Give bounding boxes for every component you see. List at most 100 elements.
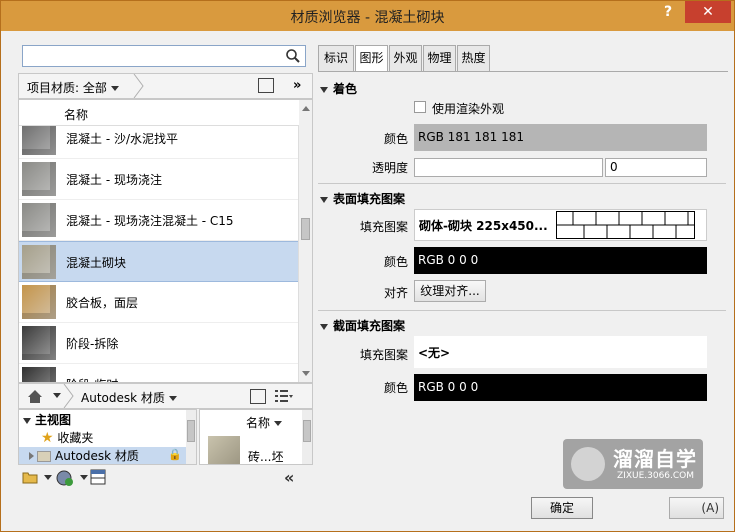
title-bar[interactable]: 材质浏览器 - 混凝土砌块 ? ✕ bbox=[1, 1, 734, 31]
material-thumbnail bbox=[22, 203, 56, 237]
shading-color-value: RGB 181 181 181 bbox=[418, 130, 525, 144]
transparency-slider[interactable] bbox=[414, 158, 603, 177]
tree-scrollbar[interactable] bbox=[186, 410, 196, 464]
view-toggle-icon[interactable] bbox=[250, 389, 266, 404]
thumbs-scrollbar[interactable] bbox=[302, 410, 312, 464]
chevron-down-icon[interactable] bbox=[80, 475, 88, 480]
shading-color-swatch[interactable]: RGB 181 181 181 bbox=[414, 124, 707, 151]
tree-item-label: 收藏夹 bbox=[57, 431, 94, 445]
library-tree: 主视图 ★ 收藏夹 Autodesk 材质 🔒 bbox=[18, 409, 197, 465]
material-create-icon[interactable] bbox=[56, 469, 74, 487]
chevron-down-icon[interactable] bbox=[53, 393, 61, 398]
tree-item-autodesk[interactable]: Autodesk 材质 🔒 bbox=[19, 447, 188, 464]
tab[interactable]: 标识 bbox=[318, 45, 354, 71]
cut-pattern-section-header[interactable]: 截面填充图案 bbox=[320, 317, 405, 334]
material-list: 混凝土 - 沙/水泥找平 混凝土 - 现场浇注 混凝土 - 现场浇注混凝土 - C1… bbox=[18, 99, 313, 383]
chevron-down-icon[interactable] bbox=[44, 475, 52, 480]
collapse-icon[interactable] bbox=[29, 452, 34, 460]
close-button[interactable]: ✕ bbox=[685, 1, 731, 23]
material-row[interactable]: 混凝土 - 现场浇注 bbox=[19, 159, 299, 200]
expand-icon[interactable] bbox=[23, 418, 31, 424]
surface-pattern-section-header[interactable]: 表面填充图案 bbox=[320, 190, 405, 207]
ok-button[interactable]: 确定 bbox=[531, 497, 593, 519]
cut-pattern-label: 填充图案 bbox=[359, 348, 408, 362]
material-row[interactable]: 阶段-拆除 bbox=[19, 323, 299, 364]
section-title: 表面填充图案 bbox=[333, 192, 406, 206]
cut-pattern-selector[interactable]: <无> bbox=[414, 336, 707, 368]
tab[interactable]: 外观 bbox=[389, 45, 422, 71]
library-label: Autodesk 材质 bbox=[81, 391, 165, 405]
tab[interactable]: 图形 bbox=[355, 45, 388, 73]
tree-item-label: 主视图 bbox=[35, 413, 72, 427]
project-materials-bar: 项目材质: 全部 » bbox=[18, 73, 313, 99]
scroll-thumb[interactable] bbox=[187, 420, 195, 442]
material-thumbnail bbox=[22, 162, 56, 196]
window-title: 材质浏览器 - 混凝土砌块 bbox=[290, 10, 445, 26]
surface-color-swatch[interactable]: RGB 0 0 0 bbox=[414, 247, 707, 274]
column-header-label: 名称 bbox=[246, 416, 271, 430]
scroll-down-icon[interactable] bbox=[302, 371, 310, 376]
section-divider bbox=[318, 183, 726, 184]
scroll-up-icon[interactable] bbox=[302, 106, 310, 111]
home-icon[interactable] bbox=[27, 389, 43, 404]
tree-item-favorites[interactable]: ★ 收藏夹 bbox=[41, 429, 93, 447]
material-row[interactable]: 混凝土 - 现场浇注混凝土 - C15 bbox=[19, 200, 299, 241]
material-name: 阶段-临时 bbox=[66, 376, 118, 382]
material-thumbnail[interactable] bbox=[208, 436, 240, 464]
name-column-header[interactable]: 名称 bbox=[246, 414, 283, 431]
use-render-appearance-checkbox[interactable] bbox=[414, 101, 426, 113]
tab[interactable]: 物理 bbox=[423, 45, 456, 71]
graphics-panel: 着色 使用渲染外观 颜色 RGB 181 181 181 透明度 0 表面填充图… bbox=[318, 71, 728, 493]
material-row[interactable]: 混凝土砌块 bbox=[19, 241, 299, 282]
view-toggle-icon[interactable] bbox=[258, 78, 274, 93]
cut-pattern-name: <无> bbox=[418, 346, 451, 360]
shading-color-label: 颜色 bbox=[383, 132, 408, 146]
material-thumbnail bbox=[22, 367, 56, 382]
search-input[interactable] bbox=[22, 45, 306, 67]
folder-open-icon[interactable] bbox=[22, 469, 38, 485]
collapse-left-icon[interactable]: « bbox=[284, 468, 294, 487]
cut-color-swatch[interactable]: RGB 0 0 0 bbox=[414, 374, 707, 401]
material-name: 混凝土 - 现场浇注混凝土 - C15 bbox=[66, 214, 234, 228]
asset-browser-icon[interactable] bbox=[90, 469, 106, 485]
help-button[interactable]: ? bbox=[659, 4, 677, 24]
expand-more-button[interactable]: » bbox=[293, 78, 301, 93]
material-name[interactable]: 砖...坯 bbox=[248, 448, 283, 464]
use-render-appearance-label: 使用渲染外观 bbox=[432, 102, 505, 116]
tab[interactable]: 热度 bbox=[457, 45, 490, 71]
play-logo-icon bbox=[571, 447, 605, 481]
chevron-down-icon bbox=[110, 86, 119, 91]
surface-color-value: RGB 0 0 0 bbox=[418, 253, 479, 267]
material-thumbnail bbox=[22, 285, 56, 319]
library-filter-dropdown[interactable]: 项目材质: 全部 bbox=[27, 79, 119, 96]
shading-section-header[interactable]: 着色 bbox=[320, 80, 357, 97]
star-icon: ★ bbox=[41, 430, 54, 446]
name-column-header: 名称 bbox=[64, 108, 89, 122]
list-scrollbar[interactable] bbox=[298, 100, 312, 382]
transparency-label: 透明度 bbox=[371, 161, 408, 175]
search-icon[interactable] bbox=[285, 48, 301, 64]
list-header[interactable]: 名称 bbox=[19, 100, 299, 126]
surface-pattern-selector[interactable]: 砌体-砌块 225x450... bbox=[414, 209, 707, 241]
scroll-thumb[interactable] bbox=[301, 218, 310, 240]
library-dropdown[interactable]: Autodesk 材质 bbox=[81, 389, 177, 406]
list-view-icon[interactable] bbox=[275, 389, 293, 404]
section-title: 截面填充图案 bbox=[333, 319, 406, 333]
transparency-value-input[interactable]: 0 bbox=[605, 158, 707, 177]
texture-align-button[interactable]: 纹理对齐... bbox=[414, 280, 486, 302]
tree-item-home[interactable]: 主视图 bbox=[23, 411, 71, 429]
chevron-down-icon bbox=[168, 396, 177, 401]
material-thumbnail bbox=[22, 245, 56, 279]
surface-pattern-name: 砌体-砌块 225x450... bbox=[419, 219, 548, 233]
folder-icon bbox=[37, 451, 51, 462]
material-name: 混凝土 - 现场浇注 bbox=[66, 173, 162, 187]
material-row[interactable]: 阶段-临时 bbox=[19, 364, 299, 382]
watermark-text: 溜溜自学 bbox=[613, 447, 697, 471]
apply-button[interactable]: (A) bbox=[669, 497, 724, 519]
surface-pattern-label: 填充图案 bbox=[359, 220, 408, 234]
scroll-thumb[interactable] bbox=[303, 420, 311, 442]
material-row[interactable]: 胶合板，面层 bbox=[19, 282, 299, 323]
section-divider bbox=[318, 310, 726, 311]
breadcrumb-arrow-icon bbox=[133, 74, 144, 98]
library-filter-label: 项目材质: 全部 bbox=[27, 81, 107, 95]
